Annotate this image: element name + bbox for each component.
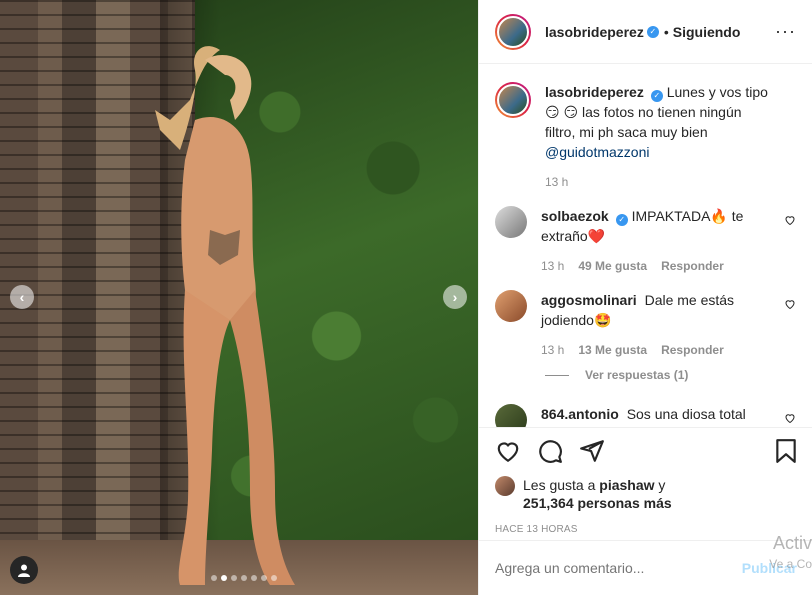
follow-status-button[interactable]: Siguiendo: [673, 24, 741, 40]
post-sidebar: lasobrideperez ✓ • Siguiendo ··· lasobri…: [478, 0, 812, 595]
carousel-dot: [261, 575, 267, 581]
carousel-dots: [211, 575, 277, 581]
likes-count-button[interactable]: 251,364 personas más: [523, 495, 672, 511]
activation-watermark: Activ: [772, 533, 812, 553]
carousel-dot: [241, 575, 247, 581]
comment-input[interactable]: [495, 560, 742, 576]
verified-icon: ✓: [615, 214, 628, 226]
verified-icon: ✓: [650, 90, 663, 102]
post-header: lasobrideperez ✓ • Siguiendo ···: [479, 0, 812, 64]
verified-icon: ✓: [646, 25, 659, 38]
commenter-avatar[interactable]: [495, 290, 527, 322]
carousel-dot: [251, 575, 257, 581]
post-photo[interactable]: ‹ ›: [0, 0, 478, 595]
author-username[interactable]: lasobrideperez: [545, 24, 644, 40]
liker-avatar[interactable]: [495, 476, 515, 496]
comment-likes-button[interactable]: 49 Me gusta: [578, 256, 647, 276]
commenter-username[interactable]: solbaezok: [541, 208, 609, 224]
comment-text: Sos una diosa total: [626, 406, 746, 422]
comment-like-icon[interactable]: [784, 214, 796, 226]
replies-divider: [545, 374, 569, 376]
user-tag-button[interactable]: [10, 556, 38, 584]
comment-like-icon[interactable]: [784, 298, 796, 310]
carousel-dot: [221, 575, 227, 581]
person-figure: [155, 46, 295, 585]
view-replies-button[interactable]: Ver respuestas (1): [545, 368, 796, 382]
heart-icon[interactable]: [495, 438, 521, 464]
comment-time: 13 h: [541, 259, 565, 273]
liker-username[interactable]: piashaw: [599, 477, 654, 493]
caption-time: 13 h: [545, 175, 569, 189]
comment-reply-button[interactable]: Responder: [661, 256, 724, 276]
caption-avatar[interactable]: [495, 82, 531, 118]
commenter-username[interactable]: 864.antonio: [541, 406, 619, 422]
post-timestamp: HACE 13 HORAS: [495, 524, 578, 535]
carousel-prev-button[interactable]: ‹: [10, 285, 34, 309]
comment-time: 13 h: [541, 343, 565, 357]
likes-connector: y: [658, 477, 666, 493]
more-options-icon[interactable]: ···: [775, 21, 796, 42]
separator-dot: •: [663, 23, 669, 40]
share-icon[interactable]: [579, 438, 605, 464]
likes-summary: Les gusta a piashaw y 251,364 personas m…: [479, 464, 812, 512]
comments-list[interactable]: lasobrideperez ✓ Lunes y vos tipo 😏 😏 las…: [479, 64, 812, 428]
commenter-username[interactable]: aggosmolinari: [541, 292, 637, 308]
comment-item: solbaezok ✓ IMPAKTADA🔥 te extraño❤️ 13 h …: [495, 206, 796, 276]
author-avatar[interactable]: [495, 13, 531, 50]
commenter-avatar[interactable]: [495, 206, 527, 238]
carousel-next-button[interactable]: ›: [443, 285, 467, 309]
carousel-dot: [211, 575, 217, 581]
add-comment-bar: Publicar: [479, 540, 812, 595]
user-icon: [18, 564, 30, 577]
comment-like-icon[interactable]: [784, 412, 796, 424]
caption: lasobrideperez ✓ Lunes y vos tipo 😏 😏 las…: [495, 82, 796, 192]
caption-username[interactable]: lasobrideperez: [545, 84, 644, 100]
comment-icon[interactable]: [537, 438, 563, 464]
comment-likes-button[interactable]: 13 Me gusta: [578, 340, 647, 360]
carousel-dot: [271, 575, 277, 581]
activation-watermark-sub: Ve a Co: [769, 557, 812, 571]
action-bar: [479, 428, 812, 464]
bookmark-icon[interactable]: [774, 438, 798, 464]
caption-mention-link[interactable]: @guidotmazzoni: [545, 144, 650, 160]
comment-item: 864.antonio Sos una diosa total: [495, 404, 796, 427]
comment-reply-button[interactable]: Responder: [661, 340, 724, 360]
commenter-avatar[interactable]: [495, 404, 527, 427]
comment-item: aggosmolinari Dale me estás jodiendo🤩 13…: [495, 290, 796, 360]
carousel-dot: [231, 575, 237, 581]
likes-prefix: Les gusta a: [523, 477, 596, 493]
view-replies-label: Ver respuestas (1): [585, 368, 689, 382]
